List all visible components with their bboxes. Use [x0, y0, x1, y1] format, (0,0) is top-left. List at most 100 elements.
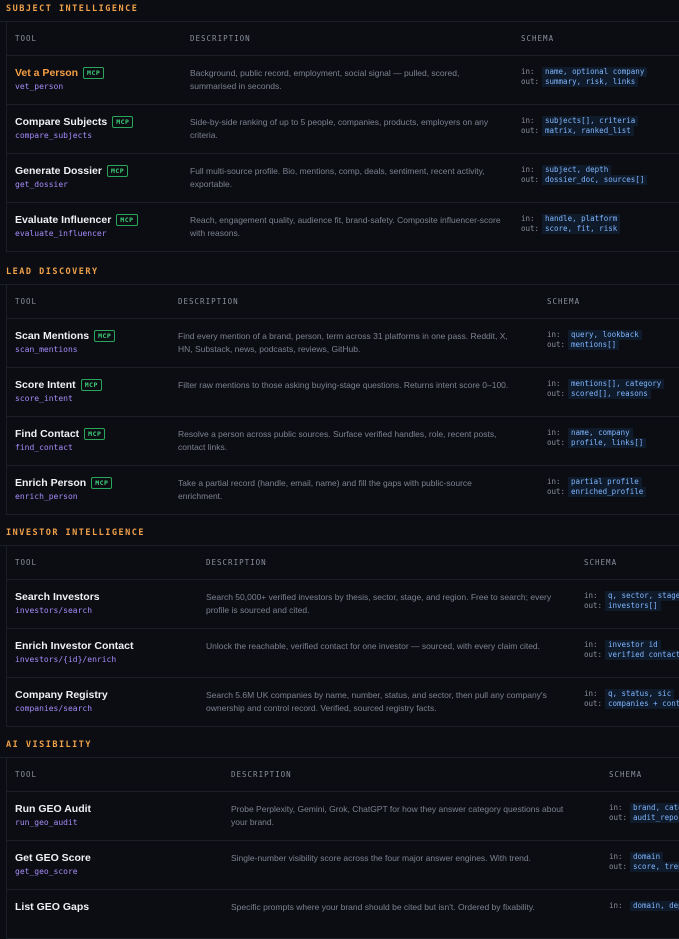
tool-description: Background, public record, employment, s…	[190, 68, 460, 91]
schema-out-label: out:	[521, 224, 540, 233]
table-row[interactable]: Enrich Investor Contact investors/{id}/e…	[7, 629, 679, 678]
table-row[interactable]: Compare Subjects MCP compare_subjects Si…	[7, 105, 679, 154]
schema-out: score, fit, risk	[542, 224, 621, 234]
schema-out-label: out:	[584, 650, 603, 659]
tool-schema: in: domain, dept	[609, 901, 679, 911]
tool-schema: in: q, status, sic out: companies + contr	[584, 689, 679, 709]
header-tool: TOOL	[15, 34, 38, 43]
schema-in-label: in:	[584, 640, 598, 649]
header-schema: SCHEMA	[547, 297, 581, 306]
schema-in-label: in:	[609, 803, 623, 812]
schema-out-label: out:	[521, 175, 540, 184]
tool-schema: in: q, sector, stage, out: investors[]	[584, 591, 679, 611]
header-schema: SCHEMA	[521, 34, 555, 43]
schema-out: dossier_doc, sources[]	[542, 175, 648, 185]
tools-table: TOOL DESCRIPTION SCHEMA Run GEO Audit ru…	[6, 758, 679, 939]
tool-schema: in: brand, catego out:audit_report	[609, 803, 679, 823]
mcp-badge: MCP	[112, 116, 134, 128]
schema-out-label: out:	[547, 438, 566, 447]
tool-description: Filter raw mentions to those asking buyi…	[178, 380, 509, 390]
table-row[interactable]: Company Registry companies/search Search…	[7, 678, 679, 727]
table-row[interactable]: Generate Dossier MCP get_dossier Full mu…	[7, 154, 679, 203]
tool-id: scan_mentions	[15, 345, 78, 354]
table-row[interactable]: Get GEO Score get_geo_score Single-numbe…	[7, 841, 679, 890]
tool-name[interactable]: Generate Dossier	[15, 165, 102, 177]
table-row[interactable]: Search Investors investors/search Search…	[7, 580, 679, 629]
section-title: AI VISIBILITY	[0, 736, 679, 758]
schema-out-label: out:	[521, 126, 540, 135]
tool-name[interactable]: Find Contact	[15, 428, 79, 440]
schema-out-label: out:	[521, 77, 540, 86]
mcp-badge: MCP	[116, 214, 138, 226]
header-tool: TOOL	[15, 558, 38, 567]
schema-in: domain, dept	[630, 901, 679, 911]
table-row[interactable]: Enrich Person MCP enrich_person Take a p…	[7, 466, 679, 515]
tool-id: get_dossier	[15, 180, 68, 189]
schema-in-label: in:	[547, 330, 561, 339]
schema-in: domain	[630, 852, 664, 862]
tool-description: Unlock the reachable, verified contact f…	[206, 641, 541, 651]
tool-name[interactable]: Company Registry	[15, 689, 108, 701]
header-description: DESCRIPTION	[231, 770, 292, 779]
section-ai-visibility: AI VISIBILITY TOOL DESCRIPTION SCHEMA Ru…	[0, 736, 679, 939]
schema-out-label: out:	[584, 699, 603, 708]
schema-in: q, sector, stage,	[605, 591, 679, 601]
tool-name[interactable]: Compare Subjects	[15, 116, 107, 128]
schema-in-label: in:	[609, 852, 623, 861]
table-header: TOOL DESCRIPTION SCHEMA	[7, 22, 679, 56]
tool-name[interactable]: List GEO Gaps	[15, 901, 89, 913]
schema-in-label: in:	[584, 591, 598, 600]
tools-table: TOOL DESCRIPTION SCHEMA Scan Mentions MC…	[6, 285, 679, 515]
tool-name[interactable]: Scan Mentions	[15, 330, 89, 342]
schema-in: q, status, sic	[605, 689, 675, 699]
tool-description: Take a partial record (handle, email, na…	[178, 478, 472, 501]
tool-description: Side-by-side ranking of up to 5 people, …	[190, 117, 489, 140]
section-title: LEAD DISCOVERY	[0, 263, 679, 285]
tool-name[interactable]: Vet a Person	[15, 67, 78, 79]
table-row[interactable]: Run GEO Audit run_geo_audit Probe Perple…	[7, 792, 679, 841]
tool-schema: in: partial profile out: enriched_profile	[547, 477, 647, 497]
table-row[interactable]: Vet a Person MCP vet_person Background, …	[7, 56, 679, 105]
section-title: SUBJECT INTELLIGENCE	[0, 0, 679, 22]
schema-out-label: out:	[584, 601, 603, 610]
table-row[interactable]: Score Intent MCP score_intent Filter raw…	[7, 368, 679, 417]
section-lead-discovery: LEAD DISCOVERY TOOL DESCRIPTION SCHEMA S…	[0, 263, 679, 515]
schema-in: brand, catego	[630, 803, 679, 813]
tool-name[interactable]: Enrich Investor Contact	[15, 640, 133, 652]
tool-id: get_geo_score	[15, 867, 78, 876]
schema-in-label: in:	[521, 67, 535, 76]
tool-schema: in: query, lookback out: mentions[]	[547, 330, 642, 350]
tool-name[interactable]: Evaluate Influencer	[15, 214, 111, 226]
table-row[interactable]: Scan Mentions MCP scan_mentions Find eve…	[7, 319, 679, 368]
header-schema: SCHEMA	[609, 770, 643, 779]
tool-name[interactable]: Search Investors	[15, 591, 100, 603]
tool-description: Resolve a person across public sources. …	[178, 429, 497, 452]
schema-in-label: in:	[521, 165, 535, 174]
schema-out: investors[]	[605, 601, 661, 611]
table-row[interactable]: Find Contact MCP find_contact Resolve a …	[7, 417, 679, 466]
schema-in: query, lookback	[568, 330, 642, 340]
schema-out: verified contact	[605, 650, 679, 660]
schema-out-label: out:	[609, 813, 628, 822]
tool-name[interactable]: Score Intent	[15, 379, 76, 391]
mcp-badge: MCP	[83, 67, 105, 79]
tool-description: Search 50,000+ verified investors by the…	[206, 592, 552, 615]
schema-out: enriched_profile	[568, 487, 647, 497]
mcp-badge: MCP	[84, 428, 106, 440]
tool-id: companies/search	[15, 704, 93, 713]
schema-in-label: in:	[521, 214, 535, 223]
schema-out-label: out:	[547, 487, 566, 496]
schema-out-label: out:	[547, 389, 566, 398]
schema-in: partial profile	[568, 477, 642, 487]
table-row[interactable]: List GEO Gaps Specific prompts where you…	[7, 890, 679, 939]
tool-name[interactable]: Get GEO Score	[15, 852, 91, 864]
tool-name[interactable]: Run GEO Audit	[15, 803, 91, 815]
schema-out: scored[], reasons	[568, 389, 651, 399]
schema-in-label: in:	[584, 689, 598, 698]
tool-id: investors/search	[15, 606, 93, 615]
tool-id: evaluate_influencer	[15, 229, 107, 238]
table-row[interactable]: Evaluate Influencer MCP evaluate_influen…	[7, 203, 679, 252]
tool-name[interactable]: Enrich Person	[15, 477, 86, 489]
schema-out: mentions[]	[568, 340, 620, 350]
mcp-badge: MCP	[80, 379, 102, 391]
